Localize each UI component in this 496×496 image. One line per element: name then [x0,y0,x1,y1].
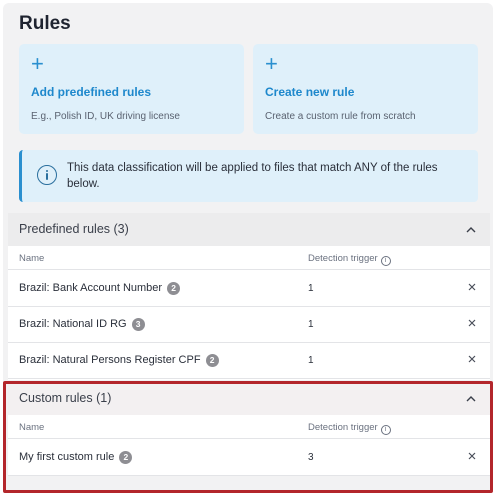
column-name: Name [19,422,45,433]
info-icon [37,165,57,185]
custom-rules-table: Name Detection trigger i My first custom … [8,415,490,476]
rule-count-badge: 2 [167,282,181,295]
rule-name: My first custom rule 2 [19,451,133,464]
info-banner: This data classification will be applied… [19,150,478,202]
custom-rules-header[interactable]: Custom rules (1) [8,382,490,415]
chevron-up-icon[interactable] [466,394,476,404]
chevron-up-icon[interactable] [466,225,476,235]
create-new-rule-card[interactable]: + Create new rule Create a custom rule f… [253,44,478,134]
column-detection-trigger: Detection trigger i [308,422,391,435]
rule-name-text: My first custom rule [19,451,115,463]
plus-icon: + [265,51,278,76]
predefined-rules-title: Predefined rules (3) [19,222,129,236]
rule-name: Brazil: Bank Account Number 2 [19,282,181,295]
create-new-rule-title: Create new rule [265,85,355,99]
rule-count-badge: 3 [131,318,145,331]
table-row[interactable]: My first custom rule 2 3 [8,440,490,476]
detection-trigger-value[interactable]: 3 [308,452,314,463]
table-row[interactable]: Brazil: Bank Account Number 2 1 [8,271,490,307]
plus-icon: + [31,51,44,76]
predefined-rules-table: Name Detection trigger i Brazil: Bank Acc… [8,246,490,380]
detection-trigger-value[interactable]: 1 [308,355,314,366]
column-detection-trigger-label: Detection trigger [308,253,378,264]
add-predefined-rules-card[interactable]: + Add predefined rules E.g., Polish ID, … [19,44,244,134]
table-row[interactable]: Brazil: National ID RG 3 1 [8,307,490,343]
add-predefined-rules-title: Add predefined rules [31,85,152,99]
custom-rules-title: Custom rules (1) [19,391,112,405]
close-icon[interactable] [466,450,478,462]
close-icon[interactable] [466,317,478,329]
add-predefined-rules-subtitle: E.g., Polish ID, UK driving license [31,111,180,122]
info-text: This data classification will be applied… [67,162,438,190]
create-new-rule-subtitle: Create a custom rule from scratch [265,111,416,122]
table-header: Name Detection trigger i [8,246,490,270]
table-header: Name Detection trigger i [8,415,490,439]
help-circle-icon[interactable]: i [380,256,391,266]
page-title: Rules [19,13,71,34]
detection-trigger-value[interactable]: 1 [308,283,314,294]
table-row[interactable]: Brazil: Natural Persons Register CPF 2 1 [8,343,490,379]
rule-name-text: Brazil: Bank Account Number [19,282,163,294]
rule-name: Brazil: National ID RG 3 [19,318,145,331]
column-detection-trigger: Detection trigger i [308,253,391,266]
rule-name-text: Brazil: National ID RG [19,318,127,330]
rule-count-badge: 2 [205,354,219,367]
rule-name: Brazil: Natural Persons Register CPF 2 [19,354,219,367]
predefined-rules-header[interactable]: Predefined rules (3) [8,213,490,246]
close-icon[interactable] [466,281,478,293]
close-icon[interactable] [466,353,478,365]
column-name: Name [19,253,45,264]
rule-name-text: Brazil: Natural Persons Register CPF [19,354,201,366]
detection-trigger-value[interactable]: 1 [308,319,314,330]
column-detection-trigger-label: Detection trigger [308,422,378,433]
help-circle-icon[interactable]: i [380,425,391,435]
rule-count-badge: 2 [119,451,133,464]
